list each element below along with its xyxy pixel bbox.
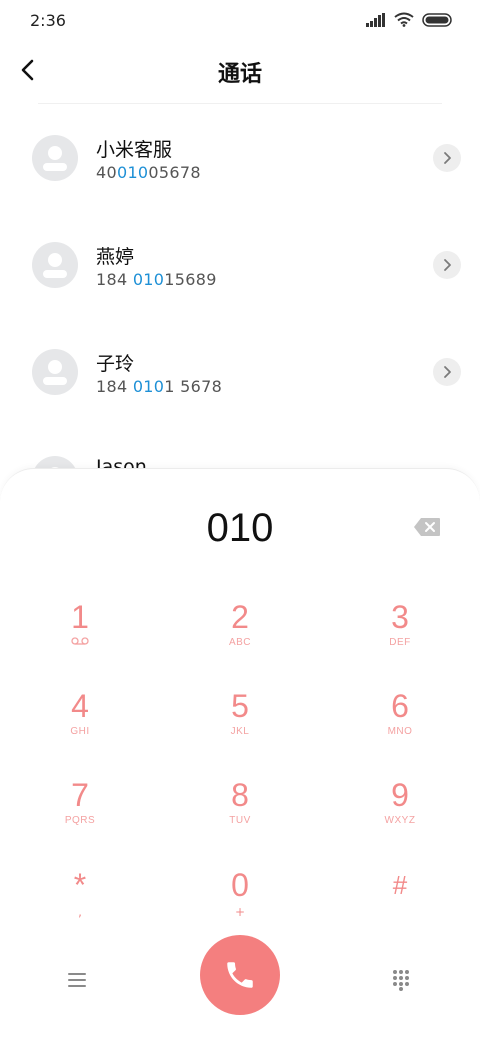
dial-key-0[interactable]: 0 + (185, 865, 295, 943)
keypad-toggle-button[interactable] (386, 965, 416, 995)
dial-key-2[interactable]: 2 ABC (185, 597, 295, 675)
dialpad-panel: 010 1 2 ABC 3 DEF 4 GHI 5 JKL 6 MNO 7 PQ… (0, 468, 480, 1040)
dial-key-3[interactable]: 3 DEF (345, 597, 455, 675)
contact-name: 小米客服 (96, 139, 173, 161)
contact-number: 184 0101 5678 (96, 377, 223, 396)
phone-icon (227, 962, 253, 988)
battery-icon (422, 12, 452, 27)
page-title: 通话 (217, 62, 262, 87)
status-icons (366, 12, 452, 27)
dial-key-7[interactable]: 7 PQRS (25, 775, 135, 853)
status-bar: 2:36 (0, 0, 480, 42)
dialed-number: 010 (206, 506, 274, 550)
status-time: 2:36 (30, 11, 66, 30)
contact-item[interactable]: 小米客服 4001005678 (0, 127, 480, 217)
signal-icon (366, 12, 385, 27)
dial-key-star[interactable]: * , (25, 865, 135, 943)
contact-number: 184 01015689 (96, 270, 217, 289)
dial-key-1[interactable]: 1 (25, 597, 135, 675)
dial-key-hash[interactable]: # (345, 865, 455, 943)
person-icon (43, 146, 67, 171)
bottom-bar (0, 935, 480, 1025)
dial-key-6[interactable]: 6 MNO (345, 686, 455, 764)
person-icon (43, 360, 67, 385)
chevron-right-icon (444, 259, 451, 271)
contact-item[interactable]: 燕婷 184 01015689 (0, 234, 480, 324)
contact-list[interactable]: 小米客服 4001005678 燕婷 184 01015689 子玲 184 0… (0, 104, 480, 484)
contact-name: 子玲 (96, 353, 135, 375)
chevron-right-icon (444, 152, 451, 164)
dial-key-4[interactable]: 4 GHI (25, 686, 135, 764)
backspace-button[interactable] (413, 517, 441, 537)
wifi-icon (394, 12, 414, 27)
call-button[interactable] (200, 935, 280, 1015)
avatar (32, 135, 78, 181)
contact-detail-button[interactable] (433, 251, 461, 279)
avatar (32, 242, 78, 288)
backspace-icon (414, 518, 440, 536)
dial-key-9[interactable]: 9 WXYZ (345, 775, 455, 853)
contact-detail-button[interactable] (433, 144, 461, 172)
contact-detail-button[interactable] (433, 358, 461, 386)
menu-icon (68, 973, 86, 987)
person-icon (43, 253, 67, 278)
contact-number: 4001005678 (96, 163, 201, 182)
dial-key-8[interactable]: 8 TUV (185, 775, 295, 853)
contact-item[interactable]: 子玲 184 0101 5678 (0, 341, 480, 431)
dialpad-grid-icon (393, 970, 409, 991)
voicemail-icon (71, 637, 89, 645)
menu-button[interactable] (62, 965, 92, 995)
contact-name: 燕婷 (96, 246, 135, 268)
avatar (32, 349, 78, 395)
dial-key-5[interactable]: 5 JKL (185, 686, 295, 764)
chevron-right-icon (444, 366, 451, 378)
header: 通话 (0, 42, 480, 100)
